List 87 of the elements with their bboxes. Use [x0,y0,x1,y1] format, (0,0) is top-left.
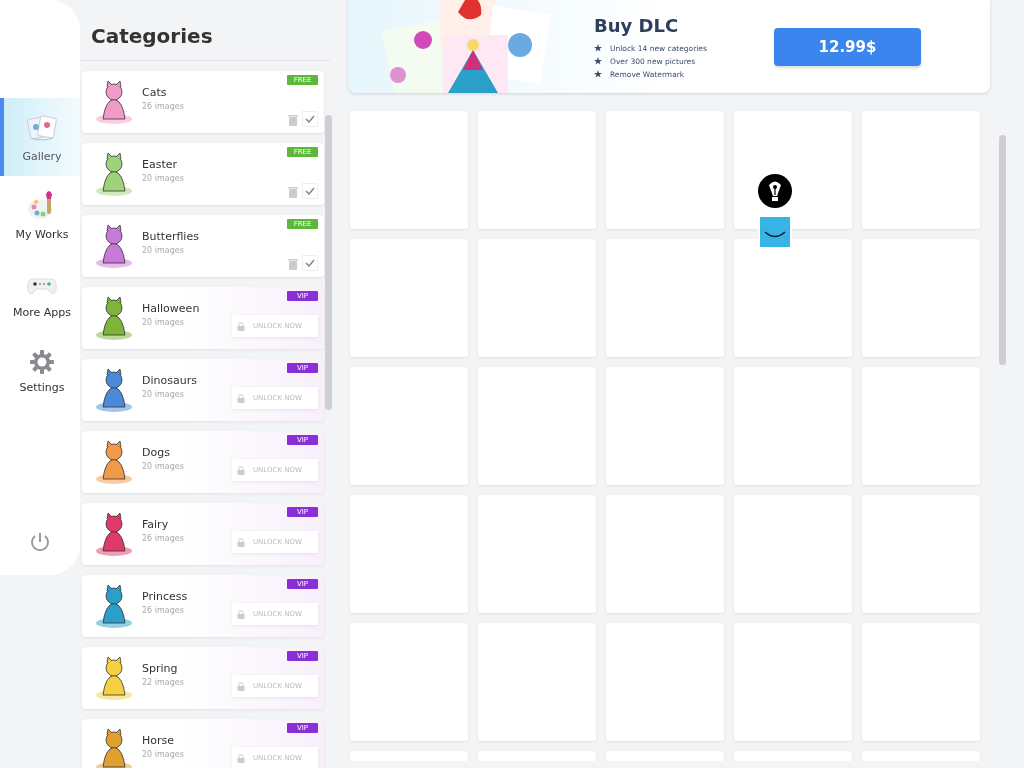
image-tile[interactable] [862,111,980,229]
trash-icon[interactable] [288,114,298,126]
image-tile[interactable] [606,239,724,357]
cartoon-drawing [93,223,135,269]
category-name: Halloween [142,302,200,315]
star-icon [594,44,602,52]
power-button[interactable] [29,531,51,553]
image-tile[interactable] [606,111,724,229]
image-tile[interactable] [478,111,596,229]
image-tile[interactable] [478,239,596,357]
lock-icon [237,681,245,691]
trash-icon[interactable] [288,186,298,198]
cartoon-drawing [93,583,135,629]
check-button[interactable] [302,111,318,127]
category-name: Spring [142,662,178,675]
image-count: 26 images [142,102,184,111]
lock-icon [237,753,245,763]
cartoon-drawing [93,727,135,768]
nav-tab[interactable]: Gallery [0,98,80,176]
check-icon [305,187,315,195]
smile-icon[interactable] [758,215,792,249]
image-count: 20 images [142,246,184,255]
check-button[interactable] [302,183,318,199]
lock-icon [237,465,245,475]
lock-icon [237,609,245,619]
image-tile[interactable] [350,111,468,229]
image-tile[interactable] [478,367,596,485]
image-tile[interactable] [350,495,468,613]
image-tile[interactable] [734,495,852,613]
image-tile[interactable] [606,623,724,741]
cartoon-drawing [93,367,135,413]
trash-icon[interactable] [288,258,298,270]
scrollbar[interactable] [325,115,332,410]
cartoon-drawing [93,439,135,485]
image-tile[interactable] [350,239,468,357]
cartoon-drawing [93,151,135,197]
nav-tab[interactable]: More Apps [0,254,80,332]
banner-title: Buy DLC [594,14,680,36]
nav-tab[interactable]: My Works [0,176,80,254]
image-tile[interactable] [478,495,596,613]
category-name: Butterflies [142,230,199,243]
image-tile[interactable] [862,239,980,357]
check-icon [305,259,315,267]
star-icon [594,70,602,78]
settings-icon [29,348,55,375]
star-icon [594,57,602,65]
image-count: 26 images [142,534,184,543]
image-count: 22 images [142,678,184,687]
cartoon-drawing [93,655,135,701]
image-count: 20 images [142,390,184,399]
category-name: Princess [142,590,188,603]
image-tile[interactable] [734,111,852,229]
scrollbar[interactable] [999,135,1006,365]
image-tile[interactable] [478,623,596,741]
category-name: Cats [142,86,167,99]
image-tile[interactable] [734,367,852,485]
image-count: 20 images [142,174,184,183]
lock-icon [237,537,245,547]
image-tile[interactable] [350,623,468,741]
image-tile[interactable] [862,623,980,741]
image-tile[interactable] [734,623,852,741]
image-tile[interactable] [350,367,468,485]
category-name: Dinosaurs [142,374,197,387]
image-tile[interactable] [734,239,852,357]
category-name: Dogs [142,446,170,459]
category-name: Easter [142,158,178,171]
image-count: 26 images [142,606,184,615]
image-count: 20 images [142,318,184,327]
panel-title: Categories [80,0,330,61]
nav-tab[interactable]: Settings [0,332,80,410]
check-icon [305,115,315,123]
check-button[interactable] [302,255,318,271]
image-tile[interactable] [606,367,724,485]
lock-icon [237,321,245,331]
image-count: 20 images [142,750,184,759]
image-tile[interactable] [606,495,724,613]
pen-nib-icon[interactable] [758,174,792,208]
image-count: 20 images [142,462,184,471]
image-tile[interactable] [862,367,980,485]
image-tile[interactable] [862,495,980,613]
price-button[interactable]: 12.99$ [774,27,921,66]
cartoon-drawing [93,295,135,341]
cartoon-drawing [93,511,135,557]
lock-icon [237,393,245,403]
cartoon-drawing [93,79,135,125]
category-name: Horse [142,734,175,747]
category-name: Fairy [142,518,169,531]
